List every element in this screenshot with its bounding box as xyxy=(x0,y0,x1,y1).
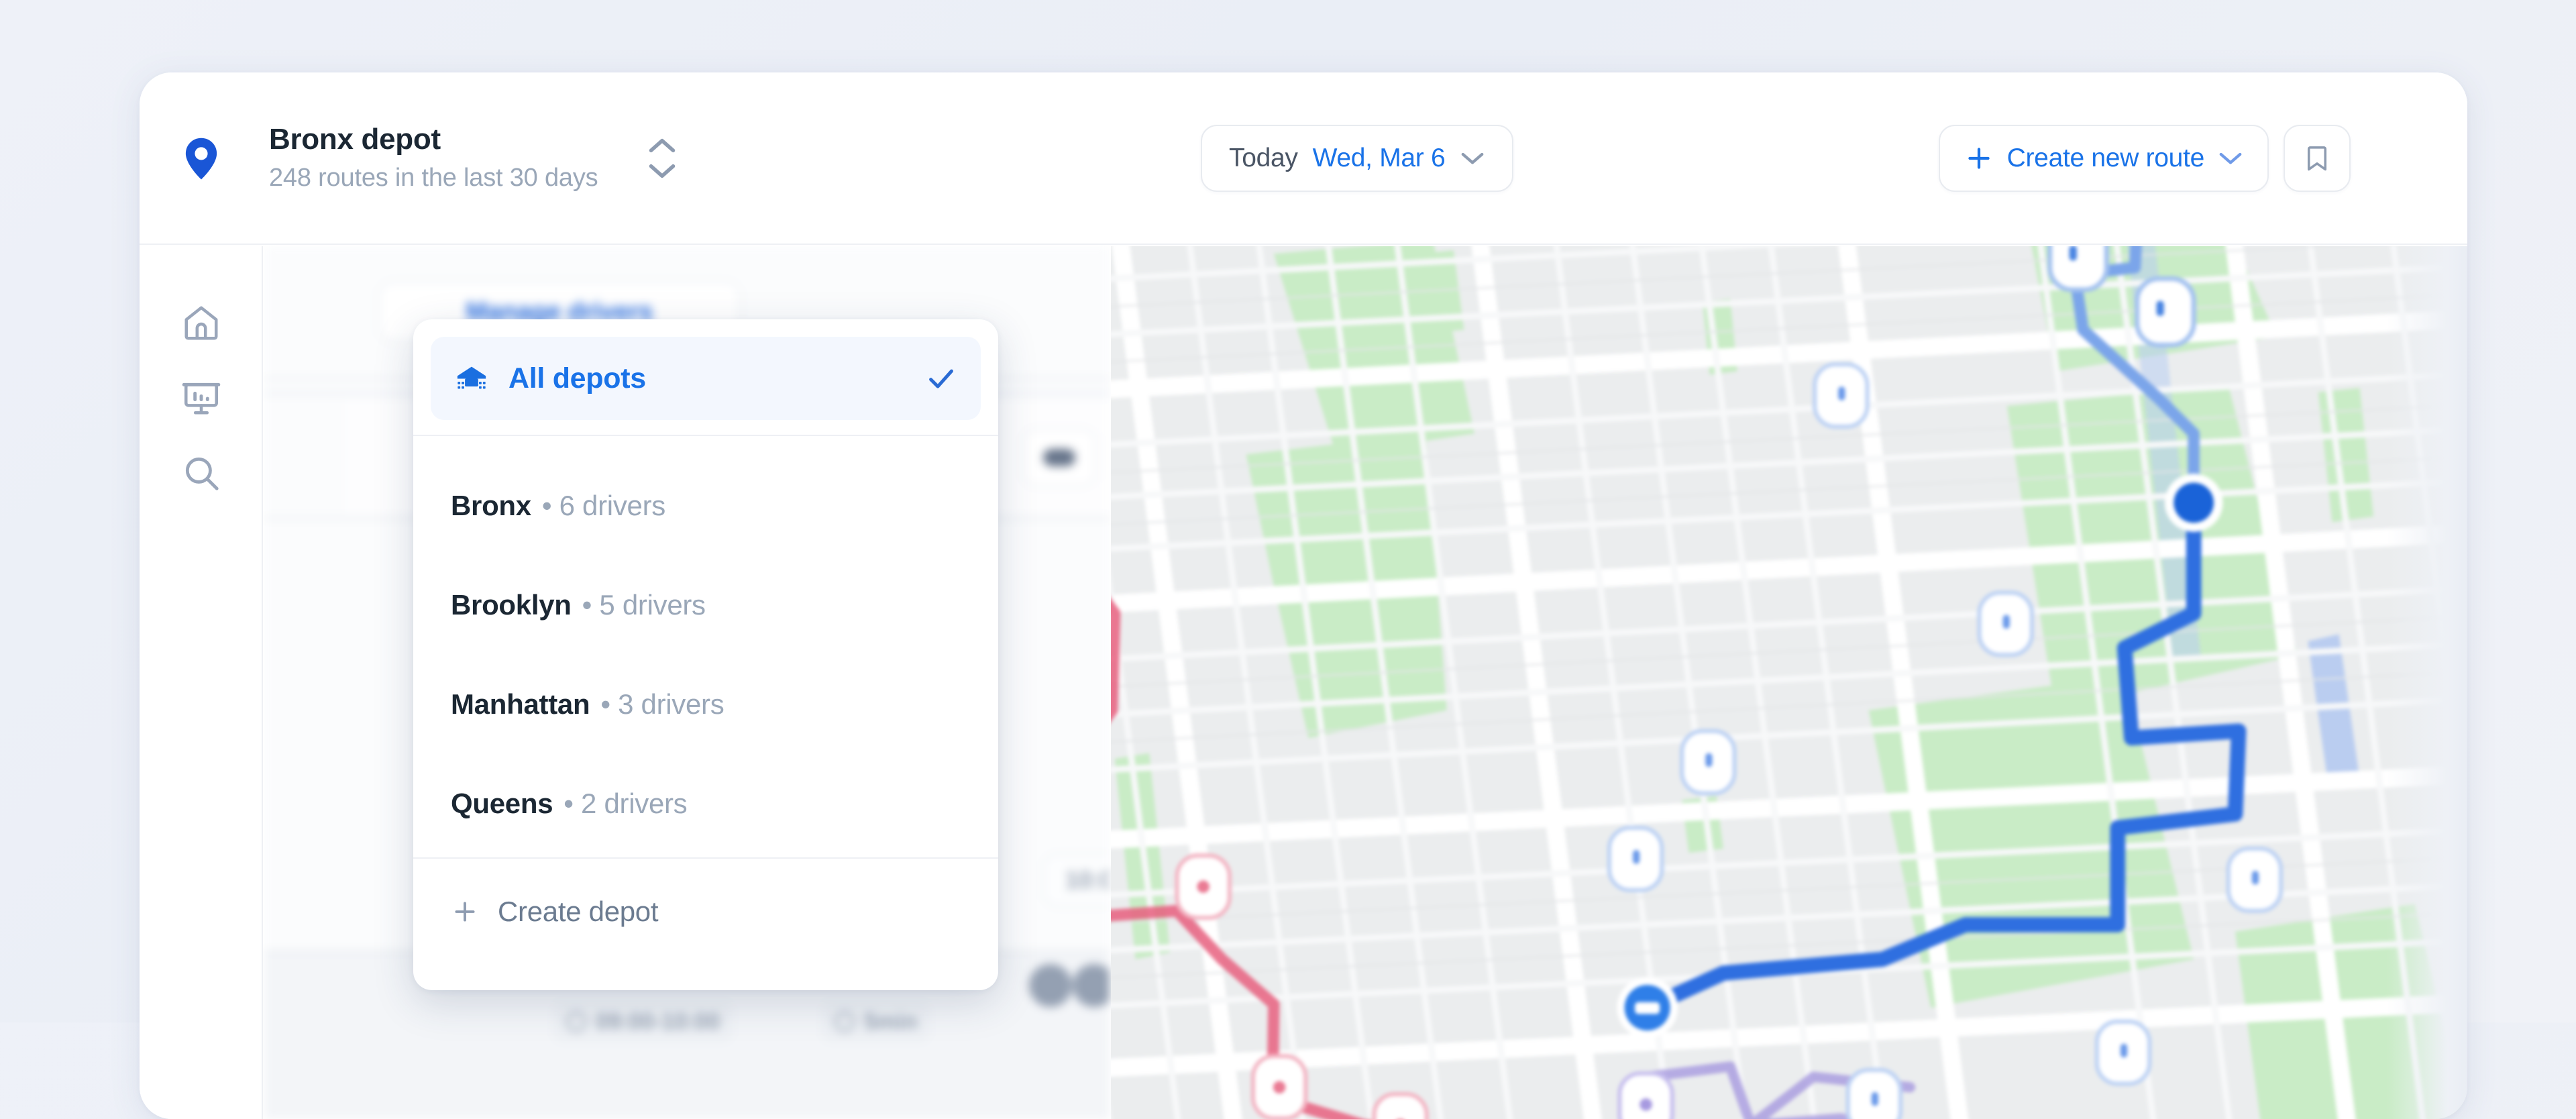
visibility-toggle-button[interactable] xyxy=(1022,429,1096,486)
date-picker[interactable]: Today Wed, Mar 6 xyxy=(1201,125,1514,192)
sidebar-item-analytics[interactable] xyxy=(140,360,263,435)
eta-dropdown[interactable]: 10:02 xyxy=(1042,853,1110,907)
depot-text-block: Bronx depot 248 routes in the last 30 da… xyxy=(269,123,598,193)
dropdown-header-section: All depots xyxy=(413,319,998,436)
depot-name: Manhattan xyxy=(451,688,590,720)
nav-rail xyxy=(140,246,263,1119)
map-edge-vignette xyxy=(2387,246,2467,1119)
sidebar-item-home[interactable] xyxy=(140,285,263,360)
depot-driver-count: • 6 drivers xyxy=(541,490,665,521)
map-tiles xyxy=(1111,246,2467,1119)
search-icon xyxy=(185,457,219,490)
plus-icon xyxy=(455,902,475,922)
depot-driver-count: • 3 drivers xyxy=(600,688,724,720)
depot-dropdown-menu: All depots Bronx • 6 drivers Brooklyn • … xyxy=(413,319,998,990)
chevron-up-icon xyxy=(649,138,676,152)
map-canvas[interactable] xyxy=(1111,246,2467,1119)
depot-name: Bronx xyxy=(451,490,531,521)
stop-duration-label: 5min xyxy=(864,1008,918,1034)
warehouse-icon xyxy=(457,366,486,389)
create-new-route-button[interactable]: Create new route xyxy=(1938,125,2269,192)
date-picker-prefix: Today xyxy=(1229,144,1298,172)
plus-icon xyxy=(1968,148,1990,169)
all-depots-label: All depots xyxy=(508,362,646,394)
dropdown-item-manhattan[interactable]: Manhattan • 3 drivers xyxy=(413,655,998,754)
create-depot-label: Create depot xyxy=(498,896,659,927)
eye-icon xyxy=(1043,449,1075,466)
dropdown-item-bronx[interactable]: Bronx • 6 drivers xyxy=(413,456,998,555)
depot-name: Queens xyxy=(451,788,553,819)
app-header: Bronx depot 248 routes in the last 30 da… xyxy=(140,72,2467,245)
create-new-route-label: Create new route xyxy=(2006,144,2205,172)
sidebar-item-search[interactable] xyxy=(140,435,263,511)
page-title: Bronx depot xyxy=(269,123,441,156)
avatar xyxy=(1029,964,1072,1007)
blue-vehicle-marker xyxy=(2164,474,2223,532)
chevron-down-icon xyxy=(1462,152,1484,164)
dropdown-item-brooklyn[interactable]: Brooklyn • 5 drivers xyxy=(413,555,998,655)
depot-name: Brooklyn xyxy=(451,589,572,621)
chevron-down-icon xyxy=(649,164,676,178)
dropdown-item-all-depots[interactable]: All depots xyxy=(431,337,981,420)
eta-label: 10:02 xyxy=(1065,866,1110,894)
stop-duration: 5min xyxy=(821,1001,931,1043)
depot-driver-count: • 2 drivers xyxy=(564,788,688,819)
bookmark-button[interactable] xyxy=(2284,125,2351,192)
stop-time-window: 09:00-10:00 xyxy=(553,1001,734,1043)
presentation-chart-icon xyxy=(182,382,221,415)
chevron-up-down-icon[interactable] xyxy=(647,131,677,185)
home-icon xyxy=(184,306,218,340)
bookmark-icon xyxy=(2307,146,2327,171)
app-card: Manage drivers 10:02 09:00-10:00 5min xyxy=(140,72,2467,1119)
depot-marker xyxy=(1617,977,1678,1038)
depot-switcher[interactable]: Bronx depot 248 routes in the last 30 da… xyxy=(176,123,677,193)
date-picker-value: Wed, Mar 6 xyxy=(1312,144,1446,172)
check-icon xyxy=(929,369,953,388)
depot-list: Bronx • 6 drivers Brooklyn • 5 drivers M… xyxy=(413,436,998,857)
hourglass-icon xyxy=(835,1012,855,1032)
location-pin-icon xyxy=(185,138,217,179)
create-depot-button[interactable]: Create depot xyxy=(413,859,998,965)
avatar xyxy=(1073,964,1110,1007)
stop-time-window-label: 09:00-10:00 xyxy=(596,1008,720,1034)
depot-subtitle: 248 routes in the last 30 days xyxy=(269,163,598,192)
clock-icon xyxy=(566,1012,586,1032)
dropdown-item-queens[interactable]: Queens • 2 drivers xyxy=(413,754,998,853)
depot-driver-count: • 5 drivers xyxy=(582,589,706,621)
chevron-down-icon xyxy=(2219,152,2242,164)
dropdown-footer-section: Create depot xyxy=(413,857,998,965)
